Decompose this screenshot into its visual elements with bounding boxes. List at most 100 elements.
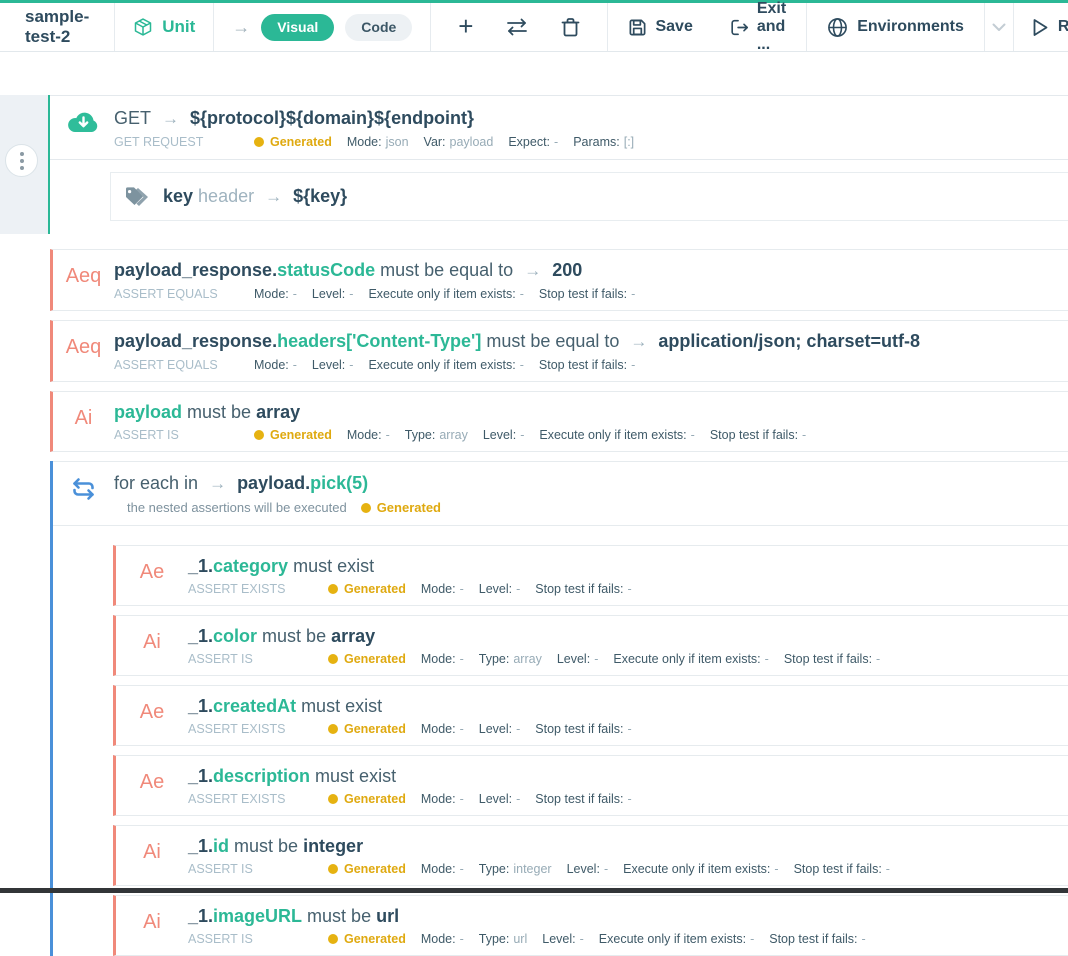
assertion-meta: Mode:-Type:arrayLevel:-Execute only if i… (421, 652, 880, 666)
assert-is-badge: Ai (53, 399, 114, 442)
generated-dot-icon (328, 934, 338, 944)
unit-cube-icon (133, 17, 153, 37)
assertion-title: _1.id must be integer (188, 833, 1068, 859)
tag-icon (111, 186, 163, 208)
chevron-down-icon (992, 23, 1006, 32)
assertion-meta: Mode:-Level:-Stop test if fails:- (421, 722, 632, 736)
exit-button[interactable]: Exit and ... (729, 0, 786, 54)
reorder-components-button[interactable] (505, 18, 529, 36)
assert-exists-badge: Ae (116, 693, 188, 736)
for-each-subtitle-row: the nested assertions will be executed G… (127, 500, 1068, 515)
assertion-meta: Mode:-Type:integerLevel:-Execute only if… (421, 862, 890, 876)
assert-equals-badge: Aeq (53, 328, 114, 372)
environments-expand-button[interactable] (985, 3, 1014, 51)
exit-icon (729, 18, 749, 37)
save-button[interactable]: Save (628, 18, 692, 37)
request-meta: Mode:jsonVar:payloadExpect:-Params:[:] (347, 135, 634, 149)
assertion-meta-row: ASSERT EQUALS Mode:-Level:-Execute only … (114, 358, 1068, 372)
kebab-dot (20, 152, 24, 156)
for-each-group: for each in→payload.pick(5) the nested a… (50, 461, 1068, 956)
run-label: Run (1058, 18, 1068, 36)
test-name: sample-test-2 (0, 3, 115, 51)
component-kind-label: ASSERT IS (188, 652, 313, 666)
assertion-title: payload must be array (114, 399, 1068, 425)
unit-button[interactable]: Unit (115, 3, 214, 51)
assertion-meta-row: ASSERT EXISTS Generated Mode:-Level:-Sto… (188, 792, 1068, 806)
for-each-row[interactable]: for each in→payload.pick(5) the nested a… (53, 461, 1068, 526)
component-rail (0, 95, 50, 234)
code-tab[interactable]: Code (345, 14, 412, 41)
assertion-block[interactable]: Ae _1.createdAt must exist ASSERT EXISTS… (113, 685, 1068, 746)
generated-dot-icon (328, 864, 338, 874)
assertion-block[interactable]: Ae _1.description must exist ASSERT EXIS… (113, 755, 1068, 816)
assertion-title: _1.category must exist (188, 553, 1068, 579)
assertion-meta-row: ASSERT EQUALS Mode:-Level:-Execute only … (114, 287, 1068, 301)
assertion-title: payload_response.headers['Content-Type']… (114, 328, 1068, 355)
assertion-meta: Mode:-Type:urlLevel:-Execute only if ite… (421, 932, 866, 946)
loop-icon (53, 470, 114, 515)
toolbar: sample-test-2 Unit → Visual Code + (0, 0, 1068, 52)
environments-button[interactable]: Environments (807, 3, 985, 51)
assertion-meta: Mode:-Level:-Stop test if fails:- (421, 582, 632, 596)
component-actions: + (431, 3, 608, 51)
assertion-meta: Mode:-Type:arrayLevel:-Execute only if i… (347, 428, 806, 442)
assertion-meta-row: ASSERT EXISTS Generated Mode:-Level:-Sto… (188, 582, 1068, 596)
assertion-meta: Mode:-Level:-Execute only if item exists… (254, 358, 635, 372)
generated-dot-icon (328, 584, 338, 594)
assertion-block[interactable]: Ae _1.category must exist ASSERT EXISTS … (113, 545, 1068, 606)
globe-icon (827, 17, 848, 38)
add-component-button[interactable]: + (458, 13, 473, 39)
visual-tab[interactable]: Visual (261, 14, 334, 41)
assert-exists-badge: Ae (116, 553, 188, 596)
assertion-block[interactable]: Ai _1.color must be array ASSERT IS Gene… (113, 615, 1068, 676)
assertion-title: payload_response.statusCode must be equa… (114, 257, 1068, 284)
assertion-meta: Mode:-Level:-Stop test if fails:- (421, 792, 632, 806)
assertion-meta-row: ASSERT EXISTS Generated Mode:-Level:-Sto… (188, 722, 1068, 736)
generated-badge: Generated (328, 652, 406, 666)
more-actions-button[interactable] (5, 144, 38, 177)
generated-dot-icon (328, 654, 338, 664)
generated-dot-icon (254, 430, 264, 440)
component-kind-label: ASSERT IS (114, 428, 239, 442)
run-button[interactable]: Run (1014, 3, 1068, 51)
kebab-dot (20, 166, 24, 170)
component-kind-label: ASSERT EXISTS (188, 582, 313, 596)
assertion-block[interactable]: Aeq payload_response.statusCode must be … (50, 249, 1068, 311)
play-icon (1032, 18, 1049, 37)
get-request-row[interactable]: GET→${protocol}${domain}${endpoint} GET … (50, 105, 1068, 160)
generated-badge: Generated (328, 862, 406, 876)
assertion-meta-row: ASSERT IS Generated Mode:-Type:urlLevel:… (188, 932, 1068, 946)
delete-button[interactable] (561, 17, 580, 38)
for-each-subtitle: the nested assertions will be executed (127, 500, 347, 515)
generated-badge: Generated (328, 582, 406, 596)
generated-dot-icon (328, 724, 338, 734)
request-meta-row: GET REQUEST Generated Mode:jsonVar:paylo… (114, 135, 1068, 149)
generated-badge: Generated (328, 722, 406, 736)
assertion-block[interactable]: Ai _1.imageURL must be url ASSERT IS Gen… (113, 895, 1068, 956)
generated-badge: Generated (328, 932, 406, 946)
assertion-title: _1.createdAt must exist (188, 693, 1068, 719)
assertion-title: _1.imageURL must be url (188, 903, 1068, 929)
for-each-title: for each in→payload.pick(5) (114, 470, 1068, 497)
assertion-meta-row: ASSERT IS Generated Mode:-Type:arrayLeve… (114, 428, 1068, 442)
mode-arrow-icon: → (232, 17, 250, 38)
generated-badge: Generated (361, 500, 441, 515)
assertion-title: _1.description must exist (188, 763, 1068, 789)
get-request-card: GET→${protocol}${domain}${endpoint} GET … (50, 95, 1068, 234)
generated-dot-icon (361, 503, 371, 513)
unit-label: Unit (162, 17, 195, 37)
assertion-block[interactable]: Ai payload must be array ASSERT IS Gener… (50, 391, 1068, 452)
component-kind-label: ASSERT EQUALS (114, 287, 239, 301)
request-group: GET→${protocol}${domain}${endpoint} GET … (0, 95, 1068, 234)
nested-assertions: Ae _1.category must exist ASSERT EXISTS … (113, 545, 1068, 956)
save-label: Save (655, 18, 692, 36)
assertion-block[interactable]: Ai _1.id must be integer ASSERT IS Gener… (113, 825, 1068, 886)
generated-badge: Generated (254, 135, 332, 149)
assert-exists-badge: Ae (116, 763, 188, 806)
generated-dot-icon (328, 794, 338, 804)
exit-label: Exit and ... (757, 0, 786, 54)
generated-badge: Generated (254, 428, 332, 442)
component-kind-label: ASSERT IS (188, 932, 313, 946)
request-header-row[interactable]: key header→${key} (110, 172, 1068, 221)
assertion-block[interactable]: Aeq payload_response.headers['Content-Ty… (50, 320, 1068, 382)
